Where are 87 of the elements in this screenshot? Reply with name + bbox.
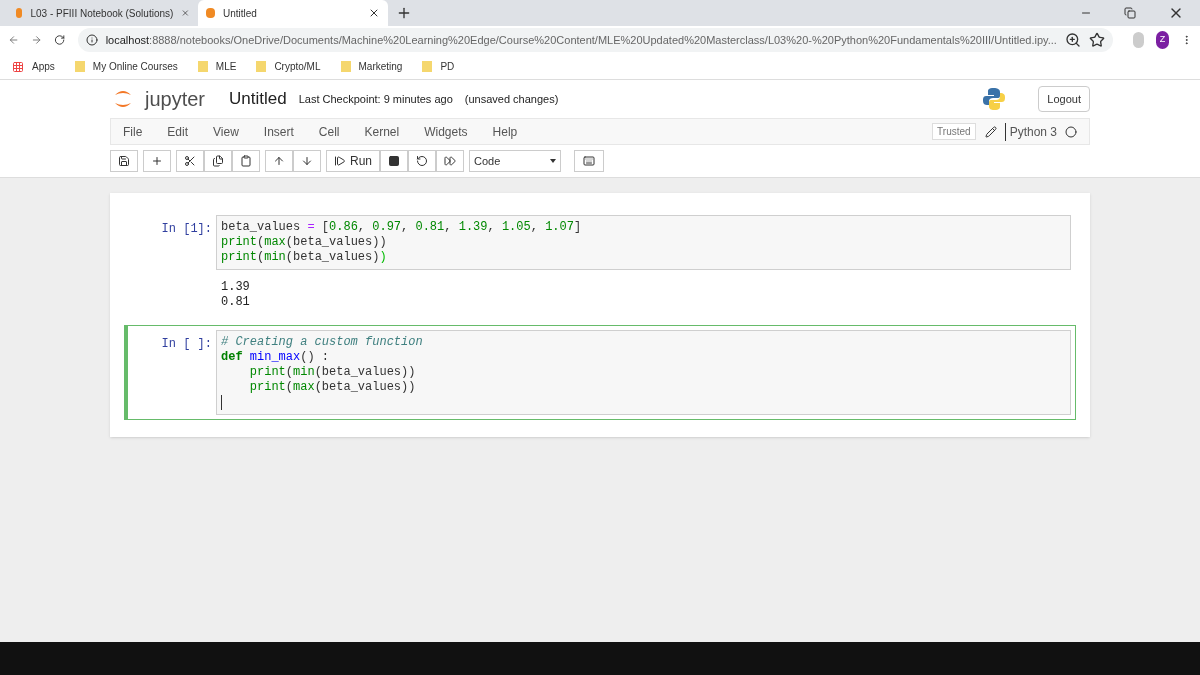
move-up-button[interactable] <box>265 150 293 172</box>
save-button[interactable] <box>110 150 138 172</box>
menu-item[interactable]: Cell <box>318 122 340 141</box>
code-line: print(min(beta_values)) <box>248 365 417 380</box>
pencil-icon <box>984 125 997 138</box>
move-down-button[interactable] <box>293 150 321 172</box>
save-icon <box>118 155 130 167</box>
star-icon <box>1088 32 1105 48</box>
output-text: 0.81 <box>221 295 251 310</box>
code-line: # Creating a custom function <box>221 335 424 350</box>
bookmark[interactable]: Apps <box>12 59 55 74</box>
browser-tab[interactable]: Untitled <box>198 0 388 26</box>
bookmark[interactable]: Marketing <box>340 59 403 74</box>
keyboard-button[interactable] <box>574 150 604 172</box>
menu-item[interactable]: View <box>213 122 239 141</box>
browser-tab[interactable]: L03 - PFIII Notebook (Solutions) <box>8 0 198 26</box>
arrow-up-icon <box>273 155 285 167</box>
folder-icon <box>256 61 267 72</box>
add-cell-button[interactable] <box>143 150 171 172</box>
folder-icon <box>197 61 208 72</box>
jupyter-logo-text: jupyter <box>145 87 206 112</box>
bookmark[interactable]: PD <box>422 59 455 74</box>
arrow-down-icon <box>301 155 313 167</box>
input-prompt: In [ ]: <box>160 336 213 353</box>
dropdown-caret-icon <box>550 159 556 163</box>
restore-icon <box>1124 7 1136 19</box>
apps-icon <box>12 60 24 73</box>
stop-button[interactable] <box>380 150 408 172</box>
plus-icon <box>151 155 163 167</box>
code-line: print(max(beta_values)) <box>221 235 388 250</box>
notebook-name[interactable]: Untitled <box>229 86 287 112</box>
reload-icon <box>54 32 66 48</box>
output-text: 1.39 <box>221 280 251 295</box>
cut-icon <box>184 155 196 167</box>
folder-icon <box>422 61 433 72</box>
menu-item[interactable]: Edit <box>167 122 189 141</box>
restart-button[interactable] <box>408 150 436 172</box>
notebook-icon <box>206 8 215 18</box>
restart-icon <box>416 155 428 167</box>
menu-item[interactable]: Help <box>492 122 518 141</box>
menu-item[interactable]: Widgets <box>424 122 468 141</box>
new-tab-icon <box>396 5 412 21</box>
notebook-icon <box>16 8 23 18</box>
code-line: def min_max() : <box>221 350 331 365</box>
profile-avatar[interactable]: Z <box>1156 31 1169 49</box>
code-line: print(max(beta_values)) <box>248 380 417 395</box>
unsaved-status: (unsaved changes) <box>464 91 559 107</box>
bookmark[interactable]: Crypto/ML <box>256 59 321 74</box>
trusted-badge[interactable]: Trusted <box>932 123 976 140</box>
step-icon <box>334 155 346 167</box>
menu-item[interactable]: Insert <box>263 122 294 141</box>
info-icon <box>85 34 98 46</box>
notebook-cell[interactable]: In [1]: beta_values = [0.86, 0.97, 0.81, 1.39, 1.05, 1.07] print(max(beta_values)) print(min(beta_values)) 1.39 0.81 <box>124 210 1076 319</box>
code-editor[interactable]: # Creating a custom function def min_max() : print(min(beta_values)) print(max(beta_values)) <box>216 330 1071 415</box>
copy-button[interactable] <box>204 150 232 172</box>
menu-item[interactable]: File <box>123 122 143 141</box>
cell-type-dropdown[interactable]: Code <box>469 150 561 172</box>
code-line: print(min(beta_values)) <box>221 250 388 265</box>
logout-button[interactable]: Logout <box>1038 86 1090 112</box>
bookmark[interactable]: My Online Courses <box>74 59 178 74</box>
bookmark[interactable]: MLE <box>197 59 237 74</box>
notebook-cell[interactable]: In [ ]: # Creating a custom function def min_max() : print(min(beta_values)) print(max(beta_values)) <box>124 325 1076 420</box>
run-all-button[interactable] <box>436 150 464 172</box>
kernel-idle-icon <box>1065 125 1077 138</box>
folder-icon <box>340 61 351 72</box>
kernel-name[interactable]: Python 3 <box>1004 122 1057 141</box>
zoom-icon <box>1064 32 1081 48</box>
menu-item[interactable]: Kernel <box>364 122 400 141</box>
python-logo-icon <box>982 87 1007 111</box>
address-bar[interactable]: localhost:8888/notebooks/OneDrive/Documents/Machine%20Learning%20Edge/Course%20Content/MLE%20Updated%20Masterclass/L03%20-%20Python%20Fundamentals%20III/Untitled.ipy... <box>77 28 1113 52</box>
paste-icon <box>240 155 252 167</box>
keyboard-icon <box>583 155 595 167</box>
run-button[interactable]: Run <box>326 150 380 172</box>
folder-icon <box>74 61 85 72</box>
copy-icon <box>212 155 224 167</box>
close-icon <box>181 7 190 19</box>
checkpoint-text: Last Checkpoint: 9 minutes ago <box>298 91 453 107</box>
cut-button[interactable] <box>176 150 204 172</box>
text-cursor <box>221 395 222 410</box>
code-line: beta_values = [0.86, 0.97, 0.81, 1.39, 1.05, 1.07] <box>221 220 583 235</box>
fast-forward-icon <box>444 155 456 167</box>
stop-icon <box>388 155 400 167</box>
close-icon <box>368 7 380 19</box>
paste-button[interactable] <box>232 150 260 172</box>
code-editor[interactable]: beta_values = [0.86, 0.97, 0.81, 1.39, 1.05, 1.07] print(max(beta_values)) print(min(beta_values)) <box>216 215 1071 270</box>
input-prompt: In [1]: <box>160 221 213 238</box>
url-text: localhost:8888/notebooks/OneDrive/Documents/Machine%20Learning%20Edge/Course%20Content/MLE%20Updated%20Masterclass/L03%20-%20Python%20Fundamentals%20III/Untitled.ipy... <box>105 32 1057 48</box>
